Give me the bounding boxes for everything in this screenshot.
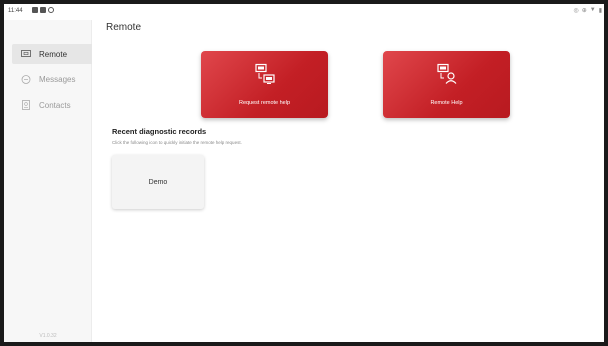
battery-icon: ▮: [598, 8, 602, 14]
status-notification-icons: [32, 7, 54, 13]
card-label: Request remote help: [238, 100, 291, 106]
status-time: 11:44: [8, 8, 23, 14]
contacts-icon: [21, 100, 31, 110]
card-label: Remote Help: [430, 100, 463, 106]
app-notification-icon: [40, 7, 46, 13]
sidebar-item-label: Messages: [39, 74, 76, 84]
message-icon: [21, 74, 31, 84]
status-system-icons: ◎ ⊕ ▼ ▮: [573, 7, 602, 14]
sync-icon: [48, 7, 54, 13]
vibrate-icon: ⊕: [581, 8, 587, 14]
wifi-icon: ▼: [589, 7, 596, 13]
remote-icon: [21, 50, 31, 58]
remote-help-button[interactable]: Remote Help: [383, 51, 510, 118]
request-remote-help-button[interactable]: Request remote help: [201, 51, 328, 118]
sidebar-item-contacts[interactable]: Contacts: [12, 95, 92, 115]
location-icon: ◎: [573, 8, 579, 14]
sidebar: Remote Messages Contacts V1.0.32: [4, 20, 92, 342]
recent-records-title: Recent diagnostic records: [112, 127, 207, 136]
app-window: 11:44 ◎ ⊕ ▼ ▮ Remote Messages Contacts V…: [4, 4, 604, 342]
status-bar: 11:44 ◎ ⊕ ▼ ▮: [4, 4, 604, 20]
sidebar-item-remote[interactable]: Remote: [12, 44, 92, 64]
recent-records-description: Click the following icon to quickly init…: [112, 140, 242, 145]
sidebar-item-messages[interactable]: Messages: [12, 69, 92, 89]
record-demo-card[interactable]: Demo: [112, 155, 204, 209]
remote-assist-icon: [436, 63, 456, 84]
notification-icon: [32, 7, 38, 13]
screen-share-icon: [254, 63, 275, 84]
page-title: Remote: [106, 22, 142, 33]
sidebar-item-label: Remote: [39, 49, 68, 59]
sidebar-item-label: Contacts: [39, 100, 71, 110]
app-version: V1.0.32: [39, 333, 57, 339]
